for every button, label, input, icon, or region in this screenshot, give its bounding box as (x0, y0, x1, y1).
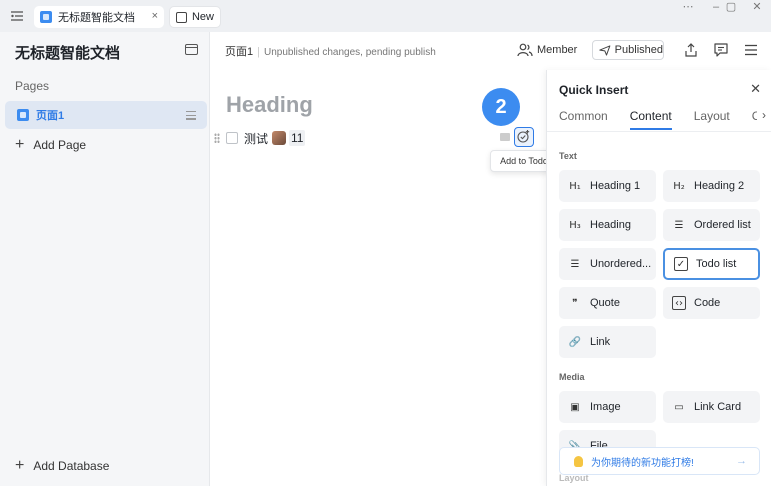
page-icon (17, 109, 29, 121)
title-bar: 无标题智能文档 × New ⋯ – ▢ ✕ (0, 0, 771, 32)
tabs-scroll-right-icon[interactable]: › (757, 105, 771, 127)
edit-icon (176, 11, 187, 23)
sidebar: 无标题智能文档 Pages 页面1 + Add Page + Add Datab… (0, 32, 210, 486)
breadcrumb-page[interactable]: 页面1 (225, 46, 253, 58)
insert-heading-1-label: Heading 1 (590, 180, 641, 192)
insert-heading-1[interactable]: H₁ Heading 1 (559, 170, 656, 202)
tab-document[interactable]: 无标题智能文档 × (34, 6, 164, 28)
insert-link-card[interactable]: ▭ Link Card (663, 391, 760, 423)
image-icon: ▣ (570, 401, 580, 413)
tab-document-label: 无标题智能文档 (58, 12, 135, 24)
add-database-label: Add Database (33, 459, 110, 473)
lightbulb-icon (574, 455, 583, 467)
insert-quote-label: Quote (590, 297, 620, 309)
member-label: Member (537, 44, 578, 56)
insert-todo-list[interactable]: ✓ Todo list (663, 248, 760, 280)
insert-image-label: Image (590, 401, 621, 413)
insert-heading-2[interactable]: H₂ Heading 2 (663, 170, 760, 202)
window-close-icon[interactable]: ✕ (743, 0, 771, 16)
breadcrumb: 页面1 | Unpublished changes, pending publish (225, 43, 436, 59)
panel-tabs: Common Content Layout Co (559, 109, 771, 131)
todo-block[interactable]: 测试 11 (214, 128, 306, 148)
pages-label: Pages (15, 79, 50, 93)
feature-vote-text: 为你期待的新功能打榜! (591, 457, 694, 469)
todo-list-icon: ✓ (674, 257, 688, 271)
quick-insert-panel: Quick Insert ✕ Common Content Layout Co … (546, 70, 771, 486)
heading-1-icon: H₁ (569, 180, 581, 192)
published-label: Published (614, 44, 663, 56)
panel-close-icon[interactable]: ✕ (750, 81, 761, 97)
todo-number: 11 (289, 130, 306, 146)
new-tab-label: New (191, 11, 214, 23)
plus-icon: + (15, 136, 25, 153)
send-icon (599, 44, 611, 56)
sidebar-collapse-icon[interactable] (185, 44, 198, 55)
editor-heading[interactable]: Heading (226, 92, 313, 118)
sidebar-item-label: 页面1 (36, 110, 65, 122)
add-todo-icon (517, 130, 530, 143)
section-text-label: Text (559, 151, 577, 161)
publish-status: Unpublished changes, pending publish (263, 47, 436, 58)
member-icon (517, 43, 533, 57)
member-button[interactable]: Member (517, 40, 577, 60)
tabs-divider (547, 131, 771, 132)
link-card-icon: ▭ (674, 401, 684, 413)
section-media-label: Media (559, 372, 585, 382)
insert-code-label: Code (694, 297, 721, 309)
add-to-todo-button[interactable] (514, 127, 534, 147)
insert-image[interactable]: ▣ Image (559, 391, 656, 423)
share-icon[interactable] (683, 42, 699, 58)
step-badge-2: 2 (482, 88, 520, 126)
insert-unordered-list[interactable]: ☰ Unordered... (559, 248, 656, 280)
todo-checkbox[interactable] (226, 132, 238, 144)
insert-todo-list-label: Todo list (696, 258, 737, 270)
comment-icon[interactable] (713, 42, 729, 58)
tab-common[interactable]: Common (559, 109, 608, 131)
feature-vote-banner[interactable]: 为你期待的新功能打榜! → (559, 447, 760, 475)
panel-title: Quick Insert (559, 83, 629, 97)
unordered-list-icon: ☰ (570, 258, 580, 270)
insert-heading-2-label: Heading 2 (694, 180, 745, 192)
insert-ordered-list-label: Ordered list (694, 219, 751, 231)
quote-icon: ❞ (572, 297, 578, 309)
sidebar-item-page1[interactable]: 页面1 (5, 101, 207, 129)
more-icon[interactable]: ⋯ (674, 0, 702, 16)
insert-link[interactable]: 🔗 Link (559, 326, 656, 358)
doc-title: 无标题智能文档 (15, 45, 121, 62)
document-icon (40, 11, 52, 23)
published-button[interactable]: Published (592, 40, 664, 60)
plus-icon: + (15, 457, 25, 474)
add-page-button[interactable]: + Add Page (15, 136, 87, 153)
breadcrumb-separator: | (257, 46, 260, 58)
insert-unordered-list-label: Unordered... (590, 258, 652, 270)
arrow-right-icon: → (736, 455, 747, 467)
tab-content[interactable]: Content (629, 109, 672, 131)
insert-heading-3-label: Heading (590, 219, 631, 231)
insert-quote[interactable]: ❞ Quote (559, 287, 656, 319)
add-database-button[interactable]: + Add Database (15, 457, 110, 474)
emoji-avatar-icon (272, 131, 287, 145)
todo-text[interactable]: 测试 (244, 130, 268, 147)
insert-link-label: Link (590, 336, 611, 348)
add-page-label: Add Page (33, 138, 87, 152)
tab-layout[interactable]: Layout (694, 109, 730, 131)
insert-ordered-list[interactable]: ☰ Ordered list (663, 209, 760, 241)
link-icon: 🔗 (568, 336, 582, 348)
page-menu-icon[interactable] (186, 111, 196, 122)
ordered-list-icon: ☰ (674, 219, 684, 231)
insert-link-card-label: Link Card (694, 401, 742, 413)
close-icon[interactable]: × (152, 10, 158, 22)
menu-icon[interactable] (9, 8, 25, 24)
hamburger-menu-icon[interactable] (743, 42, 759, 58)
heading-2-icon: H₂ (673, 180, 685, 192)
heading-3-icon: H₃ (569, 219, 581, 231)
insert-code[interactable]: ‹› Code (663, 287, 760, 319)
insert-heading-3[interactable]: H₃ Heading (559, 209, 656, 241)
maximize-icon[interactable]: ▢ (717, 0, 745, 16)
block-comment-icon[interactable] (500, 133, 510, 141)
drag-handle-icon[interactable] (214, 132, 220, 144)
new-tab-button[interactable]: New (169, 6, 221, 28)
code-icon: ‹› (672, 296, 686, 310)
